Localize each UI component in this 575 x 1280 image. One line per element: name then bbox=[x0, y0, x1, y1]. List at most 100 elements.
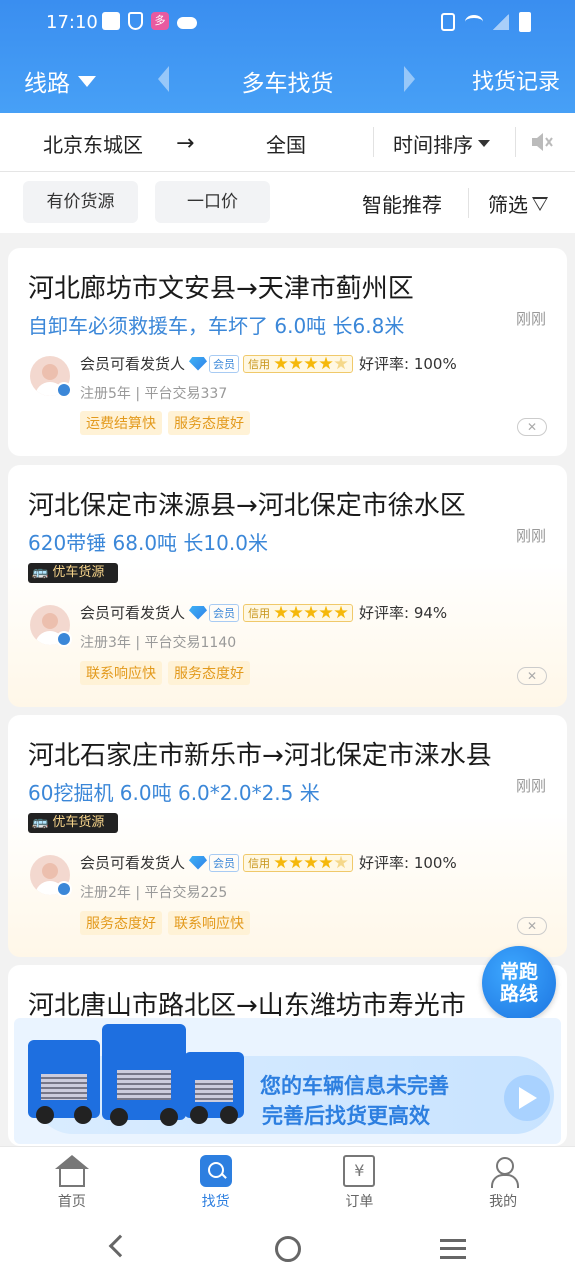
card-route: 河北保定市涞源县→河北保定市徐水区 bbox=[28, 491, 466, 521]
chevron-down-icon bbox=[78, 75, 96, 87]
app-icon: 多 bbox=[151, 12, 169, 30]
tag: 运费结算快 bbox=[80, 411, 162, 435]
order-icon: ¥ bbox=[343, 1155, 376, 1187]
verified-icon bbox=[56, 631, 72, 647]
shipper-info: 会员可看发货人 会员 信用 好评率: 94% bbox=[80, 602, 447, 623]
signal-icon bbox=[493, 14, 509, 30]
quick-filter-bar: 有价货源 一口价 智能推荐 筛选 bbox=[0, 172, 575, 233]
star-icon bbox=[304, 855, 318, 869]
dismiss-card-button[interactable]: ✕ bbox=[517, 917, 547, 935]
star-icon bbox=[274, 855, 288, 869]
star-icon bbox=[304, 356, 318, 370]
app-header: 17:10 多 线路 多车找货 找货记录 bbox=[0, 0, 575, 113]
tab-label: 我的 bbox=[489, 1194, 518, 1210]
card-route: 河北廊坊市文安县→天津市蓟州区 bbox=[28, 274, 414, 304]
system-nav-bar bbox=[0, 1218, 575, 1280]
cargo-description: 自卸车必须救援车，车坏了 6.0吨 长6.8米 bbox=[28, 314, 405, 338]
frequent-routes-button[interactable]: 常跑 路线 bbox=[482, 946, 556, 1020]
verified-icon bbox=[56, 881, 72, 897]
star-icon bbox=[334, 605, 348, 619]
tab-label: 首页 bbox=[57, 1194, 86, 1210]
tab-label: 订单 bbox=[345, 1194, 374, 1210]
tab-find-cargo[interactable]: 找货 bbox=[144, 1147, 288, 1218]
sort-label: 时间排序 bbox=[393, 133, 473, 157]
star-empty-icon bbox=[334, 855, 348, 869]
sort-dropdown[interactable]: 时间排序 bbox=[393, 129, 490, 158]
verified-icon bbox=[56, 382, 72, 398]
star-icon bbox=[274, 356, 288, 370]
route-arrow-icon: → bbox=[176, 131, 195, 156]
float-line1: 常跑 bbox=[499, 961, 538, 983]
diamond-icon bbox=[189, 605, 208, 620]
tab-orders[interactable]: ¥ 订单 bbox=[288, 1147, 432, 1218]
shipper-name: 会员可看发货人 bbox=[80, 355, 186, 373]
cargo-card[interactable]: 河北廊坊市文安县→天津市蓟州区 刚刚 自卸车必须救援车，车坏了 6.0吨 长6.… bbox=[8, 248, 567, 456]
star-icon bbox=[319, 855, 333, 869]
tag-list: 运费结算快 服务态度好 bbox=[80, 411, 250, 435]
tag: 联系响应快 bbox=[80, 661, 162, 685]
member-badge: 会员 bbox=[209, 603, 240, 622]
destination-selector[interactable]: 全国 bbox=[266, 129, 306, 158]
tag: 服务态度好 bbox=[168, 411, 250, 435]
shipper-name: 会员可看发货人 bbox=[80, 854, 186, 872]
dismiss-card-button[interactable]: ✕ bbox=[517, 418, 547, 436]
home-icon bbox=[54, 1155, 89, 1187]
next-arrow-icon[interactable] bbox=[404, 66, 415, 92]
credit-label: 信用 bbox=[248, 357, 271, 371]
home-circle-icon[interactable] bbox=[275, 1236, 301, 1262]
mute-icon[interactable] bbox=[530, 131, 554, 153]
star-icon bbox=[319, 605, 333, 619]
shield-icon bbox=[128, 12, 143, 30]
tag: 服务态度好 bbox=[168, 661, 250, 685]
positive-rate: 好评率: 94% bbox=[359, 604, 448, 622]
star-icon bbox=[319, 356, 333, 370]
shipper-meta: 注册5年 | 平台交易337 bbox=[80, 386, 228, 402]
tag-list: 服务态度好 联系响应快 bbox=[80, 911, 250, 935]
cargo-card[interactable]: 河北石家庄市新乐市→河北保定市涞水县 刚刚 60挖掘机 6.0吨 6.0*2.0… bbox=[8, 715, 567, 957]
member-badge: 会员 bbox=[209, 354, 240, 373]
positive-rate: 好评率: 100% bbox=[359, 355, 457, 373]
tab-home[interactable]: 首页 bbox=[0, 1147, 144, 1218]
diamond-icon bbox=[189, 855, 208, 870]
back-icon[interactable] bbox=[108, 1234, 132, 1258]
banner-headline: 您的车辆信息未完善 bbox=[260, 1074, 449, 1098]
cargo-description: 620带锤 68.0吨 长10.0米 bbox=[28, 531, 268, 555]
origin-selector[interactable]: 北京东城区 bbox=[43, 129, 143, 158]
credit-label: 信用 bbox=[248, 606, 271, 620]
credit-label: 信用 bbox=[248, 856, 271, 870]
route-menu-button[interactable]: 线路 bbox=[24, 64, 96, 98]
premium-label: 优车货源 bbox=[52, 815, 105, 830]
tab-profile[interactable]: 我的 bbox=[431, 1147, 575, 1218]
star-icon bbox=[304, 605, 318, 619]
cargo-records-button[interactable]: 找货记录 bbox=[472, 64, 560, 96]
diamond-icon bbox=[189, 356, 208, 371]
tab-label: 找货 bbox=[201, 1194, 230, 1210]
priced-cargo-chip[interactable]: 有价货源 bbox=[23, 181, 138, 223]
vehicle-info-banner[interactable]: 您的车辆信息未完善 完善后找货更高效 bbox=[14, 1018, 561, 1144]
premium-label: 优车货源 bbox=[52, 565, 105, 580]
status-icons-right bbox=[441, 12, 531, 32]
star-icon bbox=[289, 855, 303, 869]
cloud-icon bbox=[177, 17, 197, 29]
member-badge: 会员 bbox=[209, 853, 240, 872]
smart-recommend-button[interactable]: 智能推荐 bbox=[362, 189, 442, 218]
shipper-name: 会员可看发货人 bbox=[80, 604, 186, 622]
fixed-price-chip[interactable]: 一口价 bbox=[155, 181, 270, 223]
menu-icon[interactable] bbox=[440, 1239, 466, 1259]
banner-arrow-icon[interactable] bbox=[504, 1075, 550, 1121]
star-empty-icon bbox=[334, 356, 348, 370]
dismiss-card-button[interactable]: ✕ bbox=[517, 667, 547, 685]
prev-arrow-icon[interactable] bbox=[158, 66, 169, 92]
truck-image bbox=[28, 1040, 100, 1124]
shipper-meta: 注册3年 | 平台交易1140 bbox=[80, 635, 237, 651]
filter-button[interactable]: 筛选 bbox=[488, 189, 548, 218]
premium-cargo-badge: 🚌 优车货源 bbox=[28, 563, 118, 583]
card-route: 河北唐山市路北区→山东潍坊市寿光市 bbox=[28, 991, 466, 1021]
shipper-info: 会员可看发货人 会员 信用 好评率: 100% bbox=[80, 852, 457, 873]
cargo-card[interactable]: 河北保定市涞源县→河北保定市徐水区 刚刚 620带锤 68.0吨 长10.0米 … bbox=[8, 465, 567, 707]
cargo-description: 60挖掘机 6.0吨 6.0*2.0*2.5 米 bbox=[28, 781, 320, 805]
post-time: 刚刚 bbox=[515, 310, 546, 328]
float-line2: 路线 bbox=[499, 983, 538, 1005]
divider bbox=[515, 127, 516, 157]
chevron-down-icon bbox=[478, 140, 490, 147]
